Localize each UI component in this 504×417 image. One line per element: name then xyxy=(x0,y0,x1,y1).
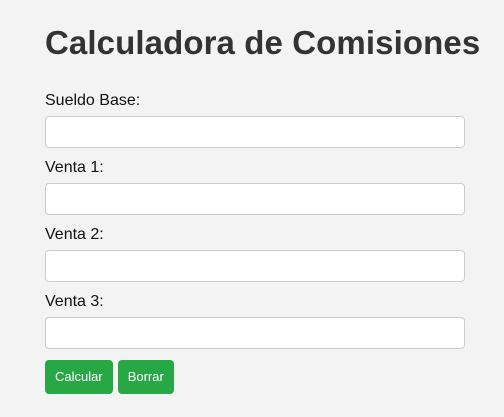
sale-2-input[interactable] xyxy=(45,250,465,282)
base-salary-label: Sueldo Base: xyxy=(45,92,141,109)
calculate-button[interactable]: Calcular xyxy=(45,360,113,394)
commission-form: Sueldo Base: Venta 1: Venta 2: Venta 3: … xyxy=(45,92,465,394)
sale-1-field: Venta 1: xyxy=(45,159,465,215)
page-title: Calculadora de Comisiones xyxy=(45,24,481,61)
sale-1-input[interactable] xyxy=(45,183,465,215)
base-salary-field: Sueldo Base: xyxy=(45,92,465,148)
sale-3-input[interactable] xyxy=(45,317,465,349)
base-salary-input[interactable] xyxy=(45,116,465,148)
sale-2-label: Venta 2: xyxy=(45,226,104,243)
sale-1-label: Venta 1: xyxy=(45,159,104,176)
sale-3-field: Venta 3: xyxy=(45,293,465,349)
clear-button[interactable]: Borrar xyxy=(117,360,174,394)
calculator-container: Calculadora de Comisiones Sueldo Base: V… xyxy=(45,0,481,394)
form-actions: Calcular Borrar xyxy=(45,360,465,394)
sale-2-field: Venta 2: xyxy=(45,226,465,282)
sale-3-label: Venta 3: xyxy=(45,293,104,310)
